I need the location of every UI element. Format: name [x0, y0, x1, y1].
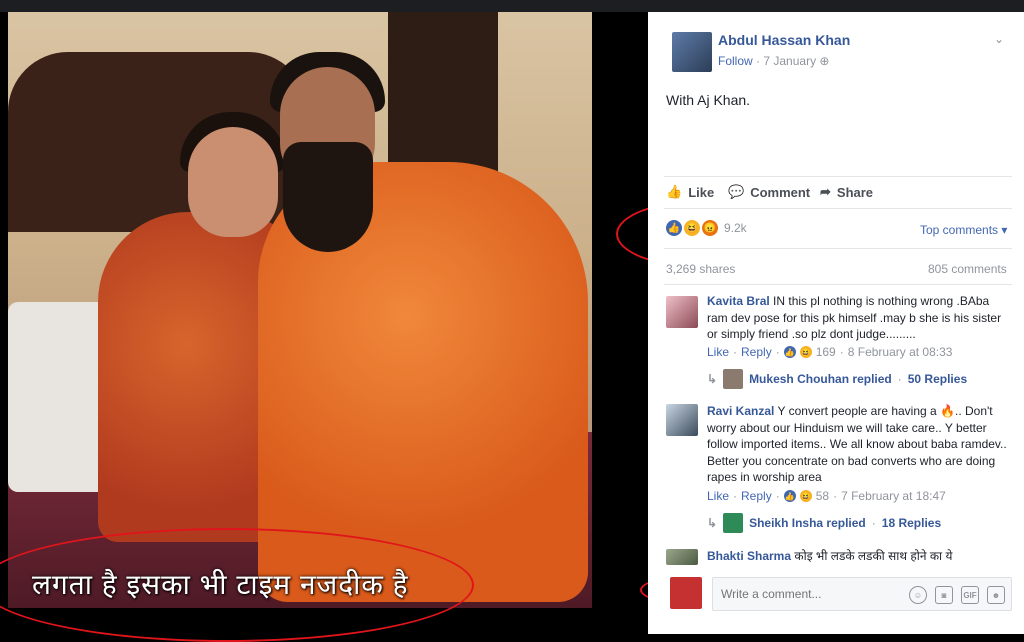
replies-summary[interactable]: ↳ Sheikh Insha replied · 18 Replies: [707, 513, 941, 533]
divider-actions: [664, 208, 1012, 209]
gif-icon[interactable]: GIF: [961, 586, 979, 604]
share-label: Share: [836, 184, 874, 200]
separator: ·: [733, 489, 738, 503]
separator: ·: [839, 345, 844, 359]
top-bar: [0, 0, 1024, 12]
separator: ·: [733, 345, 738, 359]
composer-tools: ☺ ◙ GIF ☻: [909, 586, 1005, 604]
replier-avatar: [723, 513, 744, 533]
comment-time[interactable]: 8 February at 08:33: [848, 345, 953, 359]
comment-button[interactable]: 💬 Comment: [728, 184, 810, 200]
like-reaction-icon: 👍: [783, 346, 796, 358]
reaction-summary[interactable]: 👍 😆 😠 9.2k: [666, 220, 747, 236]
separator: ·: [833, 489, 838, 503]
comment-actions: Like · Reply · 👍 😆 169 · 8 February at 0…: [707, 345, 952, 359]
thumbs-up-icon: 👍: [666, 184, 683, 199]
separator: ·: [897, 372, 902, 386]
comment-body: Bhakti Sharma कोइ भी लडके लडकी साथ होने …: [707, 548, 1007, 565]
reply-summary-name: Mukesh Chouhan replied: [749, 372, 892, 386]
reply-arrow-icon: ↳: [707, 372, 718, 386]
like-reaction-icon: 👍: [783, 490, 796, 502]
like-button[interactable]: 👍 Like: [666, 184, 714, 200]
post-meta: Follow · 7 January ⊕: [718, 54, 829, 68]
post-text: With Aj Khan.: [666, 92, 751, 108]
comment-reaction-count[interactable]: 169: [816, 345, 836, 359]
globe-icon: ⊕: [819, 54, 830, 68]
replies-summary[interactable]: ↳ Mukesh Chouhan replied · 50 Replies: [707, 369, 967, 389]
reply-arrow-icon: ↳: [707, 516, 718, 530]
reaction-count: 9.2k: [724, 221, 747, 235]
camera-icon[interactable]: ◙: [935, 586, 953, 604]
separator: ·: [871, 516, 876, 530]
man-beard: [283, 142, 373, 252]
post-photo[interactable]: लगता है इसका भी टाइम नजदीक है: [8, 12, 592, 608]
post-sidebar: Abdul Hassan Khan Follow · 7 January ⊕ ⌄…: [648, 12, 1024, 634]
emoji-icon[interactable]: ☺: [909, 586, 927, 604]
author-avatar[interactable]: [672, 32, 712, 72]
woman-face: [188, 127, 278, 237]
divider-comments: [664, 284, 1012, 285]
comment-actions: Like · Reply · 👍 😆 58 · 7 February at 18…: [707, 489, 946, 503]
replier-avatar: [723, 369, 744, 389]
like-reaction-icon: 👍: [666, 220, 682, 236]
commenter-name[interactable]: Bhakti Sharma: [707, 549, 791, 563]
post-date[interactable]: 7 January: [763, 54, 816, 68]
comment-time[interactable]: 7 February at 18:47: [841, 489, 946, 503]
photo-viewer: लगता है इसका भी टाइम नजदीक है: [0, 12, 648, 634]
separator: ·: [775, 345, 780, 359]
commenter-avatar[interactable]: [666, 404, 698, 436]
reply-summary-count: 50 Replies: [907, 372, 968, 386]
haha-reaction-icon: 😆: [799, 346, 812, 358]
separator: ·: [775, 489, 780, 503]
comment-composer[interactable]: ☺ ◙ GIF ☻: [712, 577, 1012, 611]
comment-label: Comment: [750, 184, 811, 200]
follow-link[interactable]: Follow: [718, 54, 753, 68]
share-icon: ➦: [820, 184, 831, 199]
comment-body: Ravi Kanzal Y convert people are having …: [707, 403, 1007, 486]
like-label: Like: [688, 184, 715, 200]
comment-icon: 💬: [728, 184, 745, 199]
divider-stats: [664, 248, 1012, 249]
comment-reaction-count[interactable]: 58: [816, 489, 829, 503]
angry-reaction-icon: 😠: [702, 220, 718, 236]
commenter-avatar[interactable]: [666, 549, 698, 565]
haha-reaction-icon: 😆: [799, 490, 812, 502]
comments-count[interactable]: 805 comments: [928, 262, 1007, 276]
photo-caption: लगता है इसका भी टाइम नजदीक है: [32, 569, 409, 600]
commenter-name[interactable]: Kavita Bral: [707, 294, 770, 308]
comment-reply-link[interactable]: Reply: [741, 489, 772, 503]
comment-like-link[interactable]: Like: [707, 345, 729, 359]
comment-reply-link[interactable]: Reply: [741, 345, 772, 359]
comment-input[interactable]: [719, 586, 903, 602]
top-comments-dropdown[interactable]: Top comments ▾: [920, 223, 1007, 237]
shares-count[interactable]: 3,269 shares: [666, 262, 735, 276]
commenter-avatar[interactable]: [666, 296, 698, 328]
caret-down-icon: ▾: [1001, 223, 1008, 237]
sticker-icon[interactable]: ☻: [987, 586, 1005, 604]
reply-summary-name: Sheikh Insha replied: [749, 516, 866, 530]
divider-top: [664, 176, 1012, 177]
commenter-name[interactable]: Ravi Kanzal: [707, 404, 774, 418]
chevron-down-icon[interactable]: ⌄: [994, 32, 1004, 46]
comment-body: Kavita Bral IN this pl nothing is nothin…: [707, 293, 1007, 343]
haha-reaction-icon: 😆: [684, 220, 700, 236]
reply-summary-count: 18 Replies: [881, 516, 942, 530]
comment-like-link[interactable]: Like: [707, 489, 729, 503]
viewer-avatar: [670, 577, 702, 609]
top-comments-label: Top comments: [920, 223, 999, 237]
share-button[interactable]: ➦ Share: [820, 184, 873, 200]
comment-text: कोइ भी लडके लडकी साथ होने का ये: [794, 549, 953, 563]
author-name[interactable]: Abdul Hassan Khan: [718, 32, 850, 48]
